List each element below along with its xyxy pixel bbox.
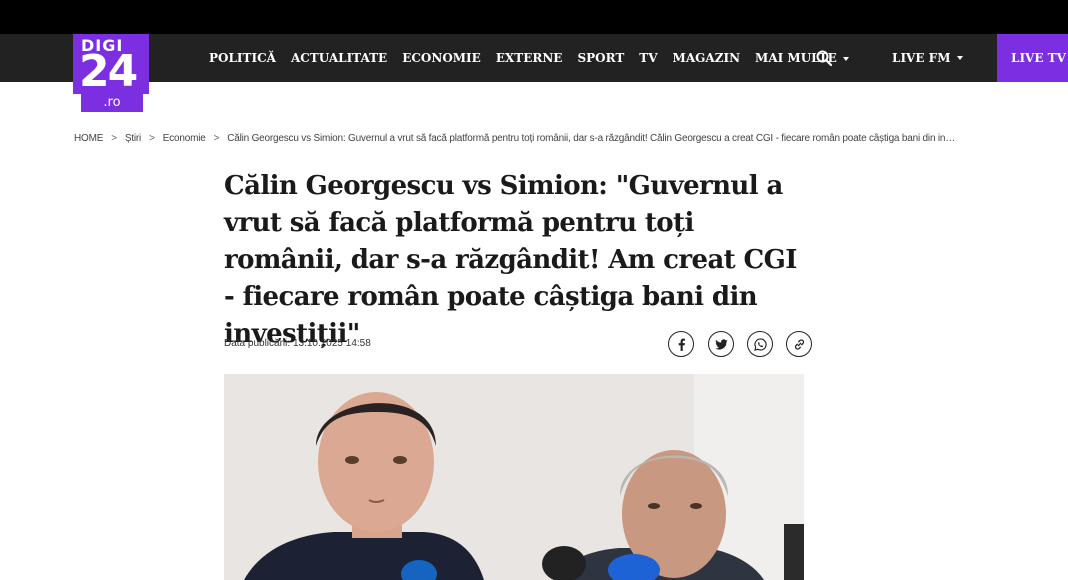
article-photo xyxy=(224,374,804,580)
nav-item-magazin[interactable]: MAGAZIN xyxy=(673,51,741,65)
breadcrumb-separator: > xyxy=(149,133,155,144)
nav-item-actualitate[interactable]: ACTUALITATE xyxy=(291,51,387,65)
site-logo[interactable]: DIGI 24 .ro xyxy=(73,34,149,114)
article-title: Călin Georgescu vs Simion: "Guvernul a v… xyxy=(224,171,797,349)
nav-item-sport[interactable]: SPORT xyxy=(577,51,624,65)
live-tv-button[interactable]: LIVE TV xyxy=(997,34,1068,82)
publication-date: Data publicării: 13.10.2025 14:58 xyxy=(224,338,371,349)
breadcrumb-stiri[interactable]: Știri xyxy=(125,133,141,144)
nav-item-tv[interactable]: TV xyxy=(639,51,657,65)
share-twitter-button[interactable] xyxy=(708,331,734,357)
video-letterbox xyxy=(0,0,1068,34)
chevron-down-icon xyxy=(842,56,849,61)
nav-item-politica[interactable]: POLITICĂ xyxy=(209,51,276,65)
twitter-icon xyxy=(714,338,728,350)
nav-item-externe[interactable]: EXTERNE xyxy=(496,51,563,65)
publication-date-value: 13.10.2025 14:58 xyxy=(292,338,371,349)
chevron-down-icon xyxy=(956,56,963,60)
logo-tld-box: .ro xyxy=(73,94,149,114)
breadcrumb-economie[interactable]: Economie xyxy=(163,133,206,144)
search-icon[interactable] xyxy=(816,50,832,66)
breadcrumb-separator: > xyxy=(111,133,117,144)
nav-more-dropdown[interactable]: MAI MULTE xyxy=(755,51,849,65)
live-fm-label: LIVE FM xyxy=(892,51,951,65)
publication-date-label: Data publicării: xyxy=(224,338,291,349)
breadcrumb-home[interactable]: HOME xyxy=(74,133,103,144)
breadcrumb-separator: > xyxy=(213,133,220,144)
logo-text-tld: .ro xyxy=(81,94,143,112)
share-facebook-button[interactable] xyxy=(668,331,694,357)
facebook-icon xyxy=(678,338,685,351)
breadcrumb: HOME > Știri > Economie > Călin Georgescu vs S… xyxy=(74,133,974,144)
breadcrumb-current: Călin Georgescu vs Simion: Guvernul a vr… xyxy=(227,133,956,144)
article-photo-illustration xyxy=(224,374,804,580)
share-whatsapp-button[interactable] xyxy=(747,331,773,357)
main-menu: POLITICĂ ACTUALITATE ECONOMIE EXTERNE SP… xyxy=(209,34,864,82)
live-tv-label: LIVE TV xyxy=(1011,51,1066,65)
share-link-button[interactable] xyxy=(786,331,812,357)
nav-item-economie[interactable]: ECONOMIE xyxy=(402,51,481,65)
whatsapp-icon xyxy=(753,337,767,351)
live-fm-dropdown[interactable]: LIVE FM xyxy=(892,34,963,82)
link-icon xyxy=(794,338,804,350)
logo-text-number: 24 xyxy=(79,46,138,97)
